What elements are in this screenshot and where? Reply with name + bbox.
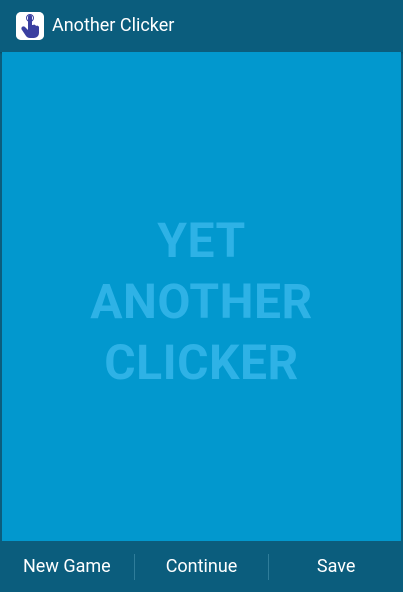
pointing-hand-icon: [16, 12, 44, 40]
action-bar: Another Clicker: [0, 0, 403, 52]
save-button[interactable]: Save: [269, 541, 403, 592]
game-title: YET ANOTHER CLICKER: [2, 210, 401, 393]
game-title-line: ANOTHER: [90, 273, 313, 330]
continue-button[interactable]: Continue: [135, 541, 269, 592]
app-title: Another Clicker: [52, 15, 175, 36]
game-title-line: CLICKER: [104, 334, 299, 391]
game-title-line: YET: [157, 212, 246, 269]
new-game-button[interactable]: New Game: [0, 541, 134, 592]
app-window: Another Clicker YET ANOTHER CLICKER New …: [0, 0, 403, 592]
click-area[interactable]: YET ANOTHER CLICKER: [2, 52, 401, 541]
bottom-action-bar: New Game Continue Save: [0, 541, 403, 592]
